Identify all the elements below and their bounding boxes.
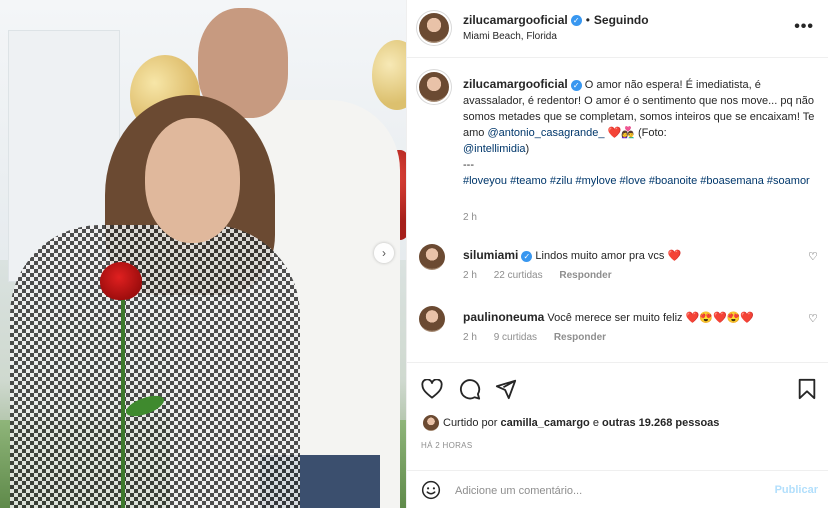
avatar[interactable]: [419, 72, 449, 102]
post-photo[interactable]: ›: [0, 0, 406, 508]
comment-text-row: silumiami ✓ Lindos muito amor pra vcs ❤️: [463, 248, 681, 262]
post-timestamp[interactable]: HÁ 2 HORAS: [421, 441, 472, 450]
next-photo-button[interactable]: ›: [374, 243, 394, 263]
likes-prefix: Curtido por: [443, 416, 501, 429]
verified-icon: ✓: [521, 250, 533, 262]
caption-text: zilucamargooficial ✓ O amor não espera! É…: [463, 76, 818, 189]
likes-summary: Curtido por camilla_camargo e outras 19.…: [423, 415, 719, 431]
likes-middle: e: [589, 416, 602, 429]
comment-likes[interactable]: 9 curtidas: [494, 332, 537, 343]
photo-woman-dress: [10, 225, 300, 508]
more-options-icon[interactable]: •••: [794, 18, 814, 36]
comment-text: Lindos muito amor pra vcs ❤️: [535, 250, 682, 262]
caption-separator: ---: [463, 159, 474, 171]
avatar[interactable]: [419, 244, 445, 270]
add-comment-bar: Publicar: [407, 470, 828, 510]
photo-woman-face: [145, 118, 240, 243]
header-username[interactable]: zilucamargooficial: [463, 13, 568, 27]
verified-icon: ✓: [570, 15, 582, 27]
heart-icon[interactable]: ♡: [808, 252, 818, 263]
hashtags[interactable]: #loveyou #teamo #zilu #mylove #love #boa…: [463, 175, 810, 187]
comment-input[interactable]: [453, 481, 757, 501]
caption-body: ): [525, 143, 530, 155]
comment-text: Você merece ser muito feliz ❤️😍❤️😍❤️: [547, 312, 755, 324]
location-link[interactable]: Miami Beach, Florida: [463, 31, 557, 42]
share-paper-plane-icon[interactable]: [495, 378, 517, 400]
heart-icon[interactable]: ♡: [808, 314, 818, 325]
comment-username[interactable]: silumiami: [463, 248, 518, 262]
avatar[interactable]: [419, 306, 445, 332]
instagram-post: › zilucamargooficial ✓ • Seguindo Miami Bea…: [0, 0, 828, 508]
comment-meta: 2 h 9 curtidas Responder: [463, 332, 620, 343]
caption-body: ❤️👩‍❤️‍👨 (Foto:: [604, 127, 667, 139]
mention-link[interactable]: @intellimidia: [463, 143, 526, 155]
liked-by-user[interactable]: camilla_camargo: [500, 417, 589, 429]
photo-rose: [100, 262, 142, 300]
like-heart-icon[interactable]: [421, 379, 443, 399]
verified-icon: ✓: [570, 79, 582, 91]
publish-button[interactable]: Publicar: [775, 484, 818, 496]
comments-section: zilucamargooficial ✓ O amor não espera! É…: [407, 58, 828, 362]
separator-dot: •: [585, 13, 590, 27]
comment-text-row: paulinoneuma Você merece ser muito feliz…: [463, 310, 754, 324]
post-panel: zilucamargooficial ✓ • Seguindo Miami Beach…: [406, 0, 828, 508]
chevron-right-icon: ›: [382, 246, 386, 260]
avatar[interactable]: [423, 415, 439, 431]
follow-status-button[interactable]: Seguindo: [594, 13, 649, 27]
emoji-icon[interactable]: [421, 480, 441, 500]
reply-button[interactable]: Responder: [554, 332, 606, 343]
likes-count-link[interactable]: outras 19.268 pessoas: [602, 417, 719, 429]
header-user-row: zilucamargooficial ✓ • Seguindo: [463, 13, 649, 27]
comment-likes[interactable]: 22 curtidas: [494, 270, 543, 281]
comment-bubble-icon[interactable]: [459, 378, 481, 400]
comment-time[interactable]: 2 h: [463, 332, 477, 343]
save-bookmark-icon[interactable]: [797, 378, 817, 400]
caption-time[interactable]: 2 h: [463, 212, 477, 223]
mention-link[interactable]: @antonio_casagrande_: [487, 127, 604, 139]
post-actions: Curtido por camilla_camargo e outras 19.…: [407, 362, 828, 509]
post-header: zilucamargooficial ✓ • Seguindo Miami Beach…: [407, 0, 828, 58]
comment-username[interactable]: paulinoneuma: [463, 310, 544, 324]
reply-button[interactable]: Responder: [559, 270, 611, 281]
comment-meta: 2 h 22 curtidas Responder: [463, 270, 626, 281]
photo-rose-stem: [121, 292, 125, 508]
avatar[interactable]: [419, 13, 449, 43]
caption-username[interactable]: zilucamargooficial: [463, 77, 568, 91]
comment-time[interactable]: 2 h: [463, 270, 477, 281]
